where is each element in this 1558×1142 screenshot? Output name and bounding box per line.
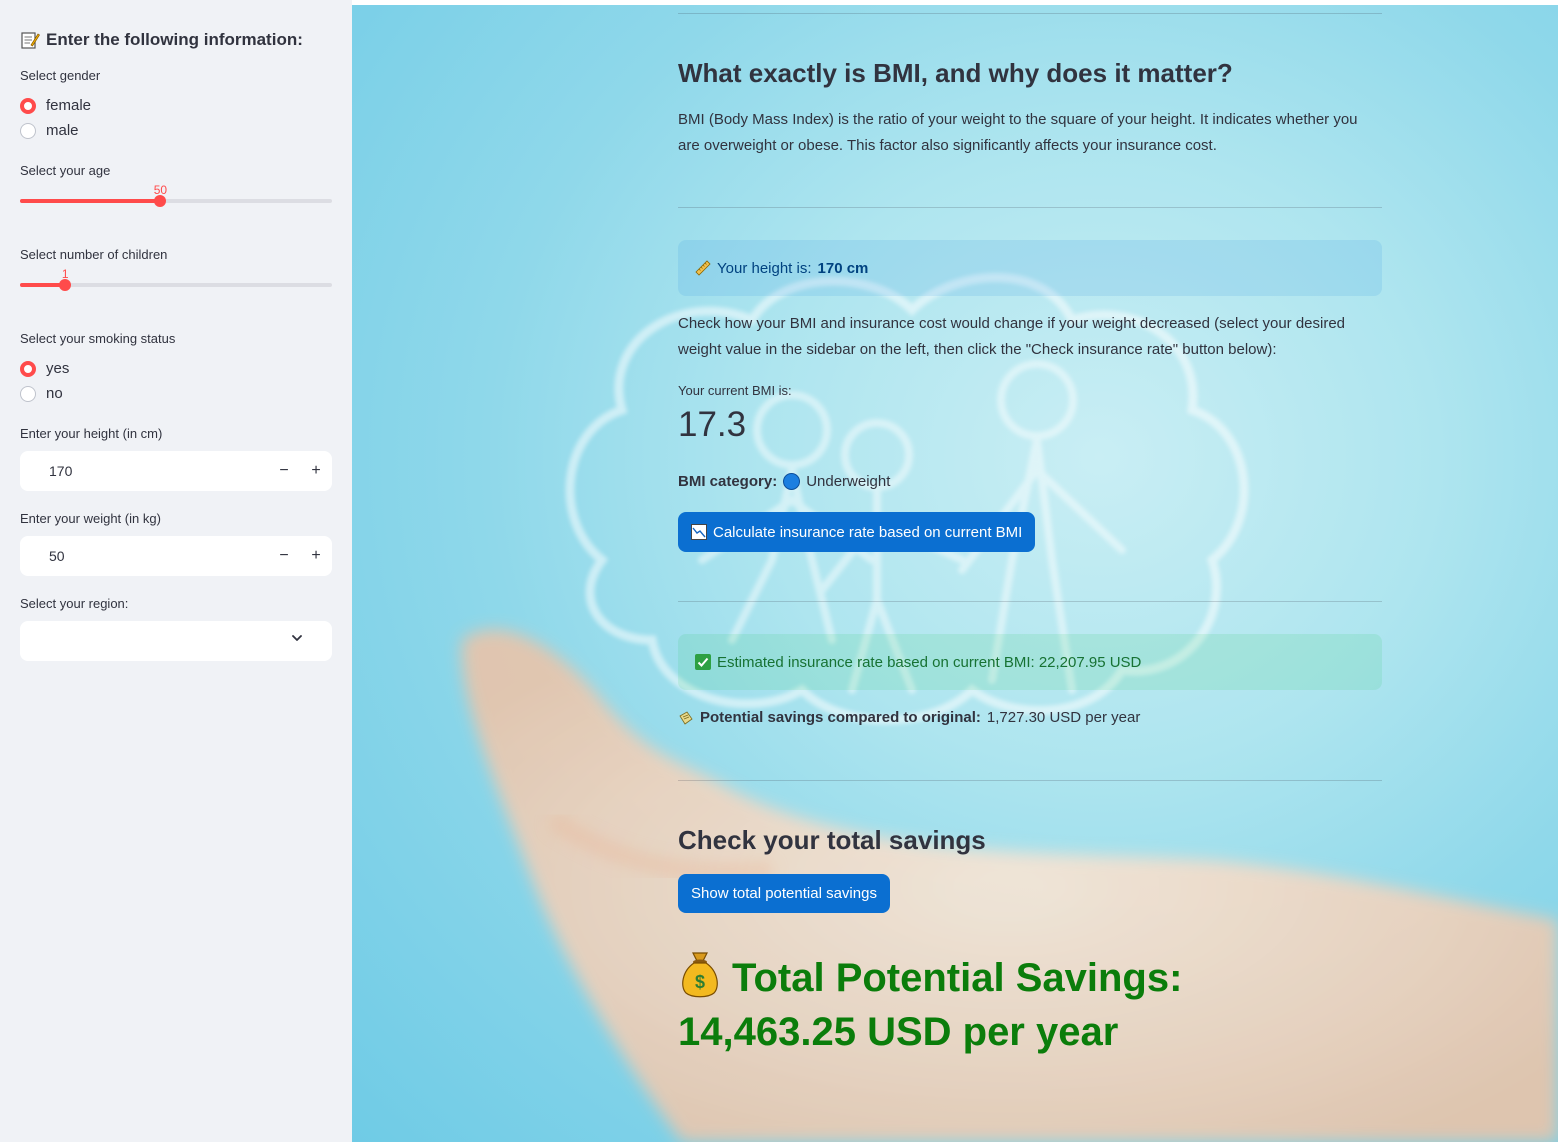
region-label: Select your region: <box>20 596 129 611</box>
bmi-heading: What exactly is BMI, and why does it mat… <box>678 58 1233 88</box>
ruler-icon <box>695 260 711 276</box>
smoking-option-yes[interactable]: yes <box>20 356 332 381</box>
check-icon <box>695 654 711 670</box>
estimate-text: Estimated insurance rate based on curren… <box>717 653 1142 671</box>
chevron-down-icon[interactable] <box>292 633 302 643</box>
weight-number-input: 50 − + <box>20 536 332 576</box>
height-info-alert: Your height is: 170 cm <box>678 240 1382 296</box>
savings-value: 1,727.30 USD per year <box>986 709 1141 726</box>
bmi-intro-text: BMI (Body Mass Index) is the ratio of yo… <box>678 111 1358 154</box>
weight-input-value[interactable]: 50 <box>20 548 268 564</box>
show-total-savings-button[interactable]: Show total potential savings <box>678 874 890 913</box>
divider <box>678 207 1382 208</box>
gender-option-male[interactable]: male <box>20 118 332 143</box>
top-strip <box>352 0 1558 5</box>
bmi-category-label: BMI category: <box>678 473 778 490</box>
smoking-option-label: no <box>46 385 63 402</box>
divider <box>678 601 1382 602</box>
weight-increment-button[interactable]: + <box>300 536 332 576</box>
height-info-value: 170 cm <box>817 259 869 277</box>
region-select[interactable] <box>20 621 332 661</box>
memo-icon <box>20 30 40 50</box>
radio-unselected-icon[interactable] <box>20 385 36 402</box>
estimate-success-alert: Estimated insurance rate based on curren… <box>678 634 1382 690</box>
calculate-rate-button-label: Calculate insurance rate based on curren… <box>713 523 1023 541</box>
weight-label: Enter your weight (in kg) <box>20 511 161 526</box>
smoking-option-no[interactable]: no <box>20 381 332 406</box>
age-slider-thumb[interactable] <box>154 195 167 207</box>
smoking-label: Select your smoking status <box>20 331 176 346</box>
gender-option-female[interactable]: female <box>20 93 332 118</box>
sidebar-header: Enter the following information: <box>20 30 332 50</box>
gender-label: Select gender <box>20 68 101 83</box>
total-savings-heading: Check your total savings <box>678 825 986 855</box>
children-slider-thumb[interactable] <box>59 279 72 291</box>
sidebar-header-text: Enter the following information: <box>46 30 303 49</box>
app-root: Enter the following information: Select … <box>0 0 1558 1142</box>
height-number-input: 170 − + <box>20 451 332 491</box>
height-label: Enter your height (in cm) <box>20 426 163 441</box>
smoking-option-label: yes <box>46 360 70 377</box>
check-instructions: Check how your BMI and insurance cost wo… <box>678 315 1346 358</box>
divider <box>678 780 1382 781</box>
smoking-radio-group: yes no <box>20 356 332 406</box>
savings-label: Potential savings compared to original: <box>700 709 981 726</box>
savings-line: Potential savings compared to original: … <box>678 709 1140 726</box>
age-label: Select your age <box>20 163 111 178</box>
age-slider-fill <box>20 199 161 203</box>
total-savings-line1: Total Potential Savings: <box>732 956 1183 1000</box>
children-label: Select number of children <box>20 247 168 262</box>
gender-option-label: female <box>46 97 92 114</box>
radio-unselected-icon[interactable] <box>20 122 36 139</box>
blue-circle-icon <box>783 473 801 490</box>
main-area: What exactly is BMI, and why does it mat… <box>352 0 1558 1142</box>
height-input-value[interactable]: 170 <box>20 463 268 479</box>
height-increment-button[interactable]: + <box>300 451 332 491</box>
radio-selected-icon[interactable] <box>20 360 36 377</box>
calculate-rate-button[interactable]: Calculate insurance rate based on curren… <box>678 512 1036 552</box>
bmi-category-value: Underweight <box>806 473 891 490</box>
bmi-metric-value: 17.3 <box>678 405 747 444</box>
children-slider-track[interactable] <box>20 279 332 291</box>
gender-radio-group: female male <box>20 93 332 143</box>
height-info-prefix: Your height is: <box>717 259 812 277</box>
divider <box>678 13 1382 14</box>
children-slider-block: Select number of children 1 <box>20 247 332 311</box>
svg-text:$: $ <box>695 972 705 992</box>
chart-icon <box>691 524 707 540</box>
show-total-savings-button-label: Show total potential savings <box>691 885 877 902</box>
age-slider-track[interactable] <box>20 195 332 207</box>
total-savings-result: $ Total Potential Savings: 14,463.25 USD… <box>678 949 1382 1059</box>
age-slider-block: Select your age 50 <box>20 163 332 227</box>
moneybag-icon: $ <box>682 952 718 998</box>
sidebar: Enter the following information: Select … <box>0 0 352 1142</box>
weight-decrement-button[interactable]: − <box>268 536 300 576</box>
radio-selected-icon[interactable] <box>20 97 36 114</box>
height-decrement-button[interactable]: − <box>268 451 300 491</box>
gender-option-label: male <box>46 122 79 139</box>
total-savings-line2: 14,463.25 USD per year <box>678 1010 1119 1054</box>
bmi-category-line: BMI category: Underweight <box>678 473 890 490</box>
coin-icon <box>679 710 693 725</box>
bmi-metric-label: Your current BMI is: <box>678 383 792 398</box>
